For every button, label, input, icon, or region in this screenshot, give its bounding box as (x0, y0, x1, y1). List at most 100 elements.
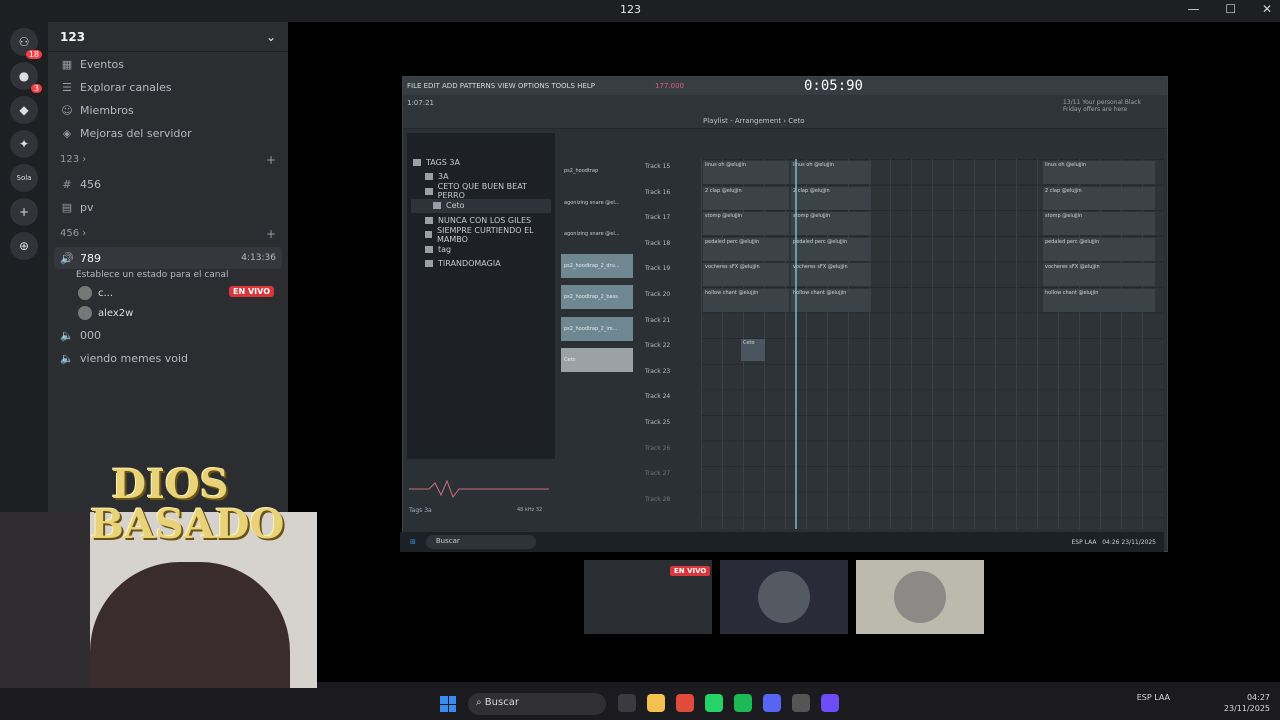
text-channel[interactable]: ▤ pv (54, 196, 282, 218)
chrome-icon[interactable] (676, 694, 694, 712)
pattern-clip[interactable]: linus oh @elujjin (703, 161, 789, 184)
voice-user[interactable]: c... EN VIVO (48, 283, 288, 303)
pattern-clip[interactable]: pedaled perc @elujjin (791, 238, 871, 261)
channel[interactable]: agonizing snare @el... (561, 222, 633, 246)
spotify-icon[interactable] (734, 694, 752, 712)
channel[interactable]: ps2_hoodtrap_2_im... (561, 316, 633, 341)
track-label[interactable]: Track 20 (641, 287, 701, 313)
task-view-icon[interactable] (618, 694, 636, 712)
track-label[interactable]: Track 17 (641, 210, 701, 236)
windows-start-icon[interactable] (440, 696, 456, 712)
taskbar-search[interactable]: ⌕ Buscar (468, 693, 606, 715)
add-channel-icon[interactable]: + (266, 153, 276, 167)
category-header[interactable]: 456 › + (48, 224, 288, 246)
voice-channel-active[interactable]: 🔊 789 4:13:36 (54, 247, 282, 269)
track-label[interactable]: Track 24 (641, 389, 701, 415)
browser-item[interactable]: Ceto (411, 198, 551, 213)
add-server-icon[interactable]: + (10, 198, 38, 226)
whatsapp-icon[interactable] (705, 694, 723, 712)
add-channel-icon[interactable]: + (266, 227, 276, 241)
language-indicator[interactable]: ESP LAA (1137, 692, 1170, 703)
voice-channel[interactable]: 🔈 000 (54, 324, 282, 346)
minimize-button[interactable]: — (1188, 2, 1200, 16)
track-label[interactable]: Track 16 (641, 185, 701, 211)
pattern-clip[interactable]: hollow chant @elujjin (791, 289, 871, 312)
track-label[interactable]: Track 19 (641, 261, 701, 287)
channel[interactable]: ps2_hoodtrap (561, 159, 633, 183)
pattern-clip[interactable]: linus oh @elujjin (1043, 161, 1155, 184)
maximize-button[interactable]: ☐ (1225, 2, 1236, 16)
server-icon[interactable]: Sola (10, 164, 38, 192)
folder-icon (425, 245, 433, 253)
channel[interactable]: ps2_hoodtrap_2_dru... (561, 253, 633, 278)
browse-channels-item[interactable]: ☰ Explorar canales (54, 76, 282, 98)
text-channel-icon: ▤ (61, 200, 73, 214)
file-explorer-icon[interactable] (647, 694, 665, 712)
steam-icon[interactable] (792, 694, 810, 712)
browser-item[interactable]: TIRANDOMAGIA (411, 257, 551, 272)
stream-taskbar: ⊞ Buscar ESP LAA 04:26 23/11/2025 (400, 532, 1164, 552)
voice-user[interactable]: alex2w (48, 303, 288, 323)
pattern-clip[interactable]: hollow chant @elujjin (1043, 289, 1155, 312)
pattern-clip[interactable]: 2 clap @elujjin (703, 187, 789, 210)
pattern-clip[interactable]: linus oh @elujjin (791, 161, 871, 184)
channel-status[interactable]: Establece un estado para el canal (48, 270, 288, 283)
discord-icon[interactable] (763, 694, 781, 712)
daw-menu[interactable]: FILE EDIT ADD PATTERNS VIEW OPTIONS TOOL… (407, 82, 595, 90)
track-label[interactable]: Track 15 (641, 159, 701, 185)
text-channel[interactable]: #456 (54, 173, 282, 195)
playhead[interactable] (795, 159, 797, 529)
track-label[interactable]: Track 27 (641, 466, 701, 492)
track-label[interactable]: Track 21 (641, 313, 701, 339)
server-icon[interactable]: ✦ (10, 130, 38, 158)
channel[interactable]: ps2_hoodtrap_2_bass (561, 285, 633, 309)
track-label[interactable]: Track 22 (641, 338, 701, 364)
track-label[interactable]: Track 26 (641, 441, 701, 467)
discord-home-icon[interactable]: ⚇ 18 (10, 28, 42, 59)
pattern-clip[interactable]: hollow chant @elujjin (703, 289, 789, 312)
playlist-grid[interactable]: linus oh @elujjin linus oh @elujjin linu… (701, 159, 1163, 529)
pattern-clip[interactable]: 2 clap @elujjin (1043, 187, 1155, 210)
taskbar-apps (618, 694, 850, 712)
pattern-clip[interactable]: stomp @elujjin (791, 212, 871, 235)
events-item[interactable]: ▦ Eventos (54, 53, 282, 75)
pattern-clip[interactable]: 2 clap @elujjin (791, 187, 871, 210)
server-boost-item[interactable]: ◈ Mejoras del servidor (54, 122, 282, 144)
pattern-clip[interactable]: vocheres sFX @elujjin (703, 263, 789, 286)
discover-icon[interactable]: ⊕ (10, 232, 38, 260)
hash-icon: # (62, 177, 72, 191)
browser-item[interactable]: CETO QUE BUEN BEAT PERRO (411, 182, 551, 200)
participant-tile[interactable] (856, 560, 984, 634)
clock[interactable]: 04:27 23/11/2025 (1224, 692, 1270, 714)
tempo-display[interactable]: 177.000 (655, 82, 684, 90)
server-header[interactable]: 123 ⌄ (48, 22, 288, 52)
voice-channel[interactable]: 🔈 viendo memes void (54, 347, 282, 369)
channel[interactable]: Ceto (561, 348, 633, 372)
window-controls: — ☐ ✕ (1166, 2, 1272, 16)
participant-tile[interactable] (720, 560, 848, 634)
server-icon[interactable]: ◆ (10, 96, 38, 124)
browser-root[interactable]: TAGS 3A (411, 155, 551, 170)
track-label[interactable]: Track 23 (641, 364, 701, 390)
server-icon[interactable]: ● 3 (10, 62, 42, 93)
category-header[interactable]: 123 › + (48, 150, 288, 172)
browser-item[interactable]: tag (411, 242, 551, 257)
pattern-clip[interactable]: vocheres sFX @elujjin (791, 263, 871, 286)
obs-icon[interactable] (821, 694, 839, 712)
pattern-clip[interactable]: pedaled perc @elujjin (703, 238, 789, 261)
track-label[interactable]: Track 28 (641, 492, 701, 518)
pattern-clip[interactable]: vocheres sFX @elujjin (1043, 263, 1155, 286)
ceto-clip[interactable]: Ceto (741, 339, 765, 361)
pattern-clip[interactable]: stomp @elujjin (703, 212, 789, 235)
pattern-clip[interactable]: stomp @elujjin (1043, 212, 1155, 235)
browser-item[interactable]: SIEMPRE CURTIENDO EL MAMBO (411, 226, 551, 244)
avatar (78, 306, 92, 320)
channel-rack: ps2_hoodtrap agonizing snare @el... agon… (561, 159, 633, 459)
track-label[interactable]: Track 25 (641, 415, 701, 441)
channel[interactable]: agonizing snare @el... (561, 190, 633, 215)
members-item[interactable]: ☺ Miembros (54, 99, 282, 121)
close-button[interactable]: ✕ (1262, 2, 1272, 16)
stream-daw-window[interactable]: FILE EDIT ADD PATTERNS VIEW OPTIONS TOOL… (402, 76, 1168, 552)
track-label[interactable]: Track 18 (641, 236, 701, 262)
pattern-clip[interactable]: pedaled perc @elujjin (1043, 238, 1155, 261)
